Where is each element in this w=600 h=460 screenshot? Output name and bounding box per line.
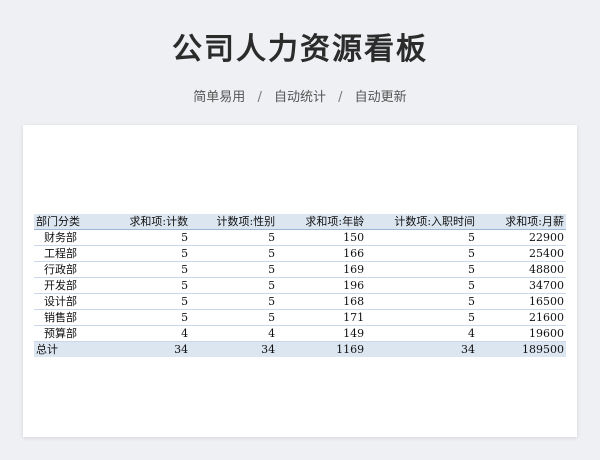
cell-total-gender[interactable]: 34: [190, 342, 277, 358]
tag-auto-update: 自动更新: [354, 90, 407, 105]
cell-dept[interactable]: 预算部: [34, 326, 107, 342]
cell-salary[interactable]: 16500: [477, 294, 566, 310]
column-header-count[interactable]: 求和项:计数: [107, 214, 190, 230]
column-header-hire-date[interactable]: 计数项:入职时间: [366, 214, 477, 230]
cell-count[interactable]: 5: [107, 278, 190, 294]
table-row: 开发部 5 5 196 5 34700: [34, 278, 566, 294]
cell-count[interactable]: 5: [107, 294, 190, 310]
table-row: 工程部 5 5 166 5 25400: [34, 246, 566, 262]
cell-hire-date[interactable]: 4: [366, 326, 477, 342]
column-header-salary[interactable]: 求和项:月薪: [477, 214, 566, 230]
cell-total-count[interactable]: 34: [107, 342, 190, 358]
table-row: 设计部 5 5 168 5 16500: [34, 294, 566, 310]
pivot-table: 部门分类 求和项:计数 计数项:性别 求和项:年龄 计数项:入职时间 求和项:月…: [34, 214, 566, 357]
cell-dept[interactable]: 工程部: [34, 246, 107, 262]
cell-gender[interactable]: 5: [190, 294, 277, 310]
cell-salary[interactable]: 21600: [477, 310, 566, 326]
cell-gender[interactable]: 5: [190, 246, 277, 262]
page-title: 公司人力资源看板: [172, 32, 428, 67]
column-header-age[interactable]: 求和项:年龄: [277, 214, 366, 230]
cell-salary[interactable]: 34700: [477, 278, 566, 294]
cell-count[interactable]: 5: [107, 262, 190, 278]
cell-hire-date[interactable]: 5: [366, 294, 477, 310]
cell-total-age[interactable]: 1169: [277, 342, 366, 358]
cell-age[interactable]: 150: [277, 230, 366, 246]
cell-total-hire-date[interactable]: 34: [366, 342, 477, 358]
tag-separator: /: [338, 90, 343, 105]
cell-age[interactable]: 168: [277, 294, 366, 310]
cell-dept[interactable]: 行政部: [34, 262, 107, 278]
column-header-dept[interactable]: 部门分类: [34, 214, 107, 230]
cell-gender[interactable]: 4: [190, 326, 277, 342]
cell-count[interactable]: 4: [107, 326, 190, 342]
cell-hire-date[interactable]: 5: [366, 246, 477, 262]
cell-dept[interactable]: 开发部: [34, 278, 107, 294]
feature-tags: 简单易用 / 自动统计 / 自动更新: [0, 86, 600, 105]
cell-salary[interactable]: 19600: [477, 326, 566, 342]
cell-gender[interactable]: 5: [190, 310, 277, 326]
cell-age[interactable]: 196: [277, 278, 366, 294]
table-row: 预算部 4 4 149 4 19600: [34, 326, 566, 342]
cell-count[interactable]: 5: [107, 310, 190, 326]
cell-gender[interactable]: 5: [190, 262, 277, 278]
table-row: 销售部 5 5 171 5 21600: [34, 310, 566, 326]
cell-dept[interactable]: 财务部: [34, 230, 107, 246]
table-total-row: 总计 34 34 1169 34 189500: [34, 341, 566, 358]
cell-total-salary[interactable]: 189500: [477, 342, 566, 358]
cell-age[interactable]: 169: [277, 262, 366, 278]
tag-separator: /: [257, 90, 262, 105]
cell-gender[interactable]: 5: [190, 278, 277, 294]
cell-hire-date[interactable]: 5: [366, 278, 477, 294]
table-row: 行政部 5 5 169 5 48800: [34, 262, 566, 278]
cell-hire-date[interactable]: 5: [366, 230, 477, 246]
cell-salary[interactable]: 22900: [477, 230, 566, 246]
cell-gender[interactable]: 5: [190, 230, 277, 246]
cell-age[interactable]: 149: [277, 326, 366, 342]
tag-easy: 简单易用: [193, 90, 246, 105]
cell-age[interactable]: 166: [277, 246, 366, 262]
cell-salary[interactable]: 25400: [477, 246, 566, 262]
cell-dept[interactable]: 设计部: [34, 294, 107, 310]
spreadsheet-card: 部门分类 求和项:计数 计数项:性别 求和项:年龄 计数项:入职时间 求和项:月…: [23, 125, 577, 437]
cell-total-label[interactable]: 总计: [34, 342, 107, 358]
cell-age[interactable]: 171: [277, 310, 366, 326]
cell-hire-date[interactable]: 5: [366, 310, 477, 326]
tag-auto-stats: 自动统计: [273, 90, 326, 105]
cell-count[interactable]: 5: [107, 246, 190, 262]
table-row: 财务部 5 5 150 5 22900: [34, 230, 566, 246]
table-header-row: 部门分类 求和项:计数 计数项:性别 求和项:年龄 计数项:入职时间 求和项:月…: [34, 214, 566, 230]
column-header-gender[interactable]: 计数项:性别: [190, 214, 277, 230]
cell-dept[interactable]: 销售部: [34, 310, 107, 326]
cell-count[interactable]: 5: [107, 230, 190, 246]
cell-hire-date[interactable]: 5: [366, 262, 477, 278]
cell-salary[interactable]: 48800: [477, 262, 566, 278]
